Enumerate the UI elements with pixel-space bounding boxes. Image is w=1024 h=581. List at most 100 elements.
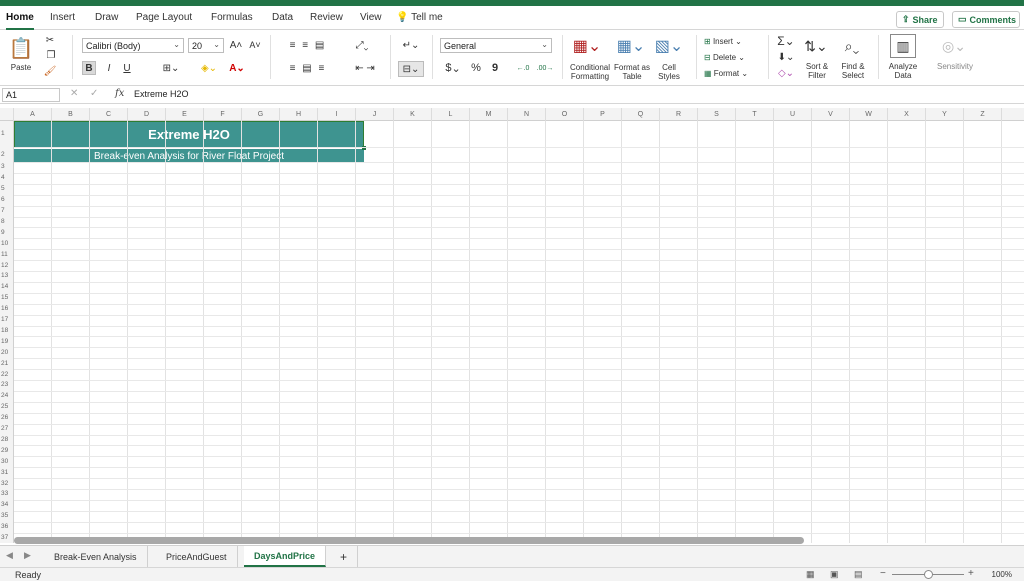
comma-button[interactable]: 9 <box>488 61 502 75</box>
comments-button[interactable]: ▭ Comments <box>952 11 1020 28</box>
tab-review[interactable]: Review <box>310 12 343 23</box>
font-size-select[interactable]: 20 ⌄ <box>188 38 224 53</box>
cell-styles-icon[interactable]: ▧⌄ <box>652 35 686 57</box>
analyze-data-icon[interactable]: ▥ <box>890 34 916 58</box>
row-header[interactable]: 14 <box>0 283 13 290</box>
clear-icon[interactable]: ◇⌄ <box>776 66 796 80</box>
column-header[interactable]: S <box>698 108 736 121</box>
row-header[interactable]: 27 <box>0 425 13 432</box>
indent-icons[interactable]: ⇤ ⇥ <box>348 61 382 75</box>
row-header[interactable]: 37 <box>0 534 13 541</box>
fill-icon[interactable]: ⬇⌄ <box>776 50 796 64</box>
delete-cells-button[interactable]: ⊟ Delete ⌄ <box>704 50 762 64</box>
zoom-in-icon[interactable]: + <box>968 568 974 579</box>
page-break-view-icon[interactable]: ▤ <box>854 569 863 580</box>
horizontal-scrollbar[interactable] <box>14 537 804 544</box>
column-header[interactable]: K <box>394 108 432 121</box>
row-header[interactable]: 9 <box>0 229 13 236</box>
fill-color-icon[interactable]: ◈⌄ <box>198 61 220 75</box>
row-header[interactable]: 6 <box>0 196 13 203</box>
tell-me-box[interactable]: 💡 Tell me <box>396 12 443 23</box>
tab-home[interactable]: Home <box>6 12 34 30</box>
zoom-slider-knob[interactable] <box>924 570 933 579</box>
row-header[interactable]: 8 <box>0 218 13 225</box>
column-header[interactable]: X <box>888 108 926 121</box>
format-as-table-icon[interactable]: ▦⌄ <box>614 35 648 57</box>
insert-cells-button[interactable]: ⊞ Insert ⌄ <box>704 34 762 48</box>
font-color-icon[interactable]: A⌄ <box>226 61 248 75</box>
orientation-icon[interactable]: ⤢⌄ <box>350 38 374 52</box>
column-header[interactable]: W <box>850 108 888 121</box>
sort-filter-icon[interactable]: ⇅⌄ <box>802 35 830 57</box>
column-header[interactable]: T <box>736 108 774 121</box>
column-header[interactable]: Y <box>926 108 964 121</box>
autosum-icon[interactable]: Σ⌄ <box>776 34 796 48</box>
increase-decimal-icon[interactable]: ←.0 <box>514 61 532 75</box>
cut-icon[interactable]: ✂ <box>44 34 56 46</box>
borders-icon[interactable]: ⊞⌄ <box>160 61 182 75</box>
subtitle-cell[interactable]: Break-even Analysis for River Float Proj… <box>14 149 364 163</box>
column-header[interactable]: A <box>14 108 52 121</box>
row-header[interactable]: 15 <box>0 294 13 301</box>
row-header[interactable]: 24 <box>0 392 13 399</box>
column-header[interactable]: O <box>546 108 584 121</box>
row-header[interactable]: 22 <box>0 371 13 378</box>
column-header[interactable]: B <box>52 108 90 121</box>
normal-view-icon[interactable]: ▦ <box>806 569 815 580</box>
decrease-font-icon[interactable]: A˅ <box>248 38 262 52</box>
row-header[interactable]: 2 <box>0 151 13 158</box>
paste-icon[interactable]: 📋 <box>8 36 34 60</box>
tab-view[interactable]: View <box>360 12 382 23</box>
tab-data[interactable]: Data <box>272 12 293 23</box>
bold-button[interactable]: B <box>82 61 96 75</box>
column-header[interactable]: H <box>280 108 318 121</box>
cancel-icon[interactable]: ✕ <box>70 88 78 99</box>
conditional-formatting-icon[interactable]: ▦⌄ <box>572 35 602 57</box>
prev-sheet-icon[interactable]: ◀ <box>6 550 13 561</box>
sheet-tab-price-and-guest[interactable]: PriceAndGuest <box>156 546 238 567</box>
row-header[interactable]: 7 <box>0 207 13 214</box>
column-header[interactable]: E <box>166 108 204 121</box>
next-sheet-icon[interactable]: ▶ <box>24 550 31 561</box>
row-header[interactable]: 32 <box>0 480 13 487</box>
sensitivity-icon[interactable]: ◎⌄ <box>940 34 968 58</box>
row-header[interactable]: 11 <box>0 251 13 258</box>
row-header[interactable]: 1 <box>0 130 13 137</box>
row-header[interactable]: 34 <box>0 501 13 508</box>
tab-page-layout[interactable]: Page Layout <box>136 12 192 23</box>
format-painter-icon[interactable]: 🖌 <box>44 65 57 77</box>
column-header[interactable]: J <box>356 108 394 121</box>
row-header[interactable]: 29 <box>0 447 13 454</box>
horizontal-align-icons[interactable]: ≡ ▤ ≡ <box>280 61 336 75</box>
decrease-decimal-icon[interactable]: .00→ <box>536 61 554 75</box>
row-header[interactable]: 16 <box>0 305 13 312</box>
tab-formulas[interactable]: Formulas <box>211 12 253 23</box>
add-sheet-button[interactable]: + <box>330 546 359 567</box>
sheet-tab-days-and-price[interactable]: DaysAndPrice <box>244 546 327 567</box>
row-header[interactable]: 10 <box>0 240 13 247</box>
row-header[interactable]: 20 <box>0 349 13 356</box>
percent-button[interactable]: % <box>468 61 484 75</box>
row-header[interactable]: 30 <box>0 458 13 465</box>
title-cell[interactable]: Extreme H2O <box>14 121 364 148</box>
row-header[interactable]: 36 <box>0 523 13 530</box>
name-box[interactable]: A1 <box>2 88 60 102</box>
function-icon[interactable]: fx <box>115 88 124 99</box>
row-header[interactable]: 21 <box>0 360 13 367</box>
row-header[interactable]: 31 <box>0 469 13 476</box>
row-header[interactable]: 3 <box>0 163 13 170</box>
column-header[interactable]: R <box>660 108 698 121</box>
formula-content[interactable]: Extreme H2O <box>134 89 189 99</box>
column-header[interactable]: M <box>470 108 508 121</box>
row-header[interactable]: 26 <box>0 414 13 421</box>
page-layout-view-icon[interactable]: ▣ <box>830 569 839 580</box>
column-header[interactable]: G <box>242 108 280 121</box>
select-all-corner[interactable] <box>0 108 14 121</box>
column-header[interactable]: N <box>508 108 546 121</box>
copy-icon[interactable]: ❐ <box>44 49 58 61</box>
row-header[interactable]: 23 <box>0 381 13 388</box>
worksheet-grid[interactable]: Extreme H2O Break-even Analysis for Rive… <box>14 121 1024 543</box>
column-header[interactable]: U <box>774 108 812 121</box>
italic-button[interactable]: I <box>102 61 116 75</box>
row-header[interactable]: 33 <box>0 490 13 497</box>
